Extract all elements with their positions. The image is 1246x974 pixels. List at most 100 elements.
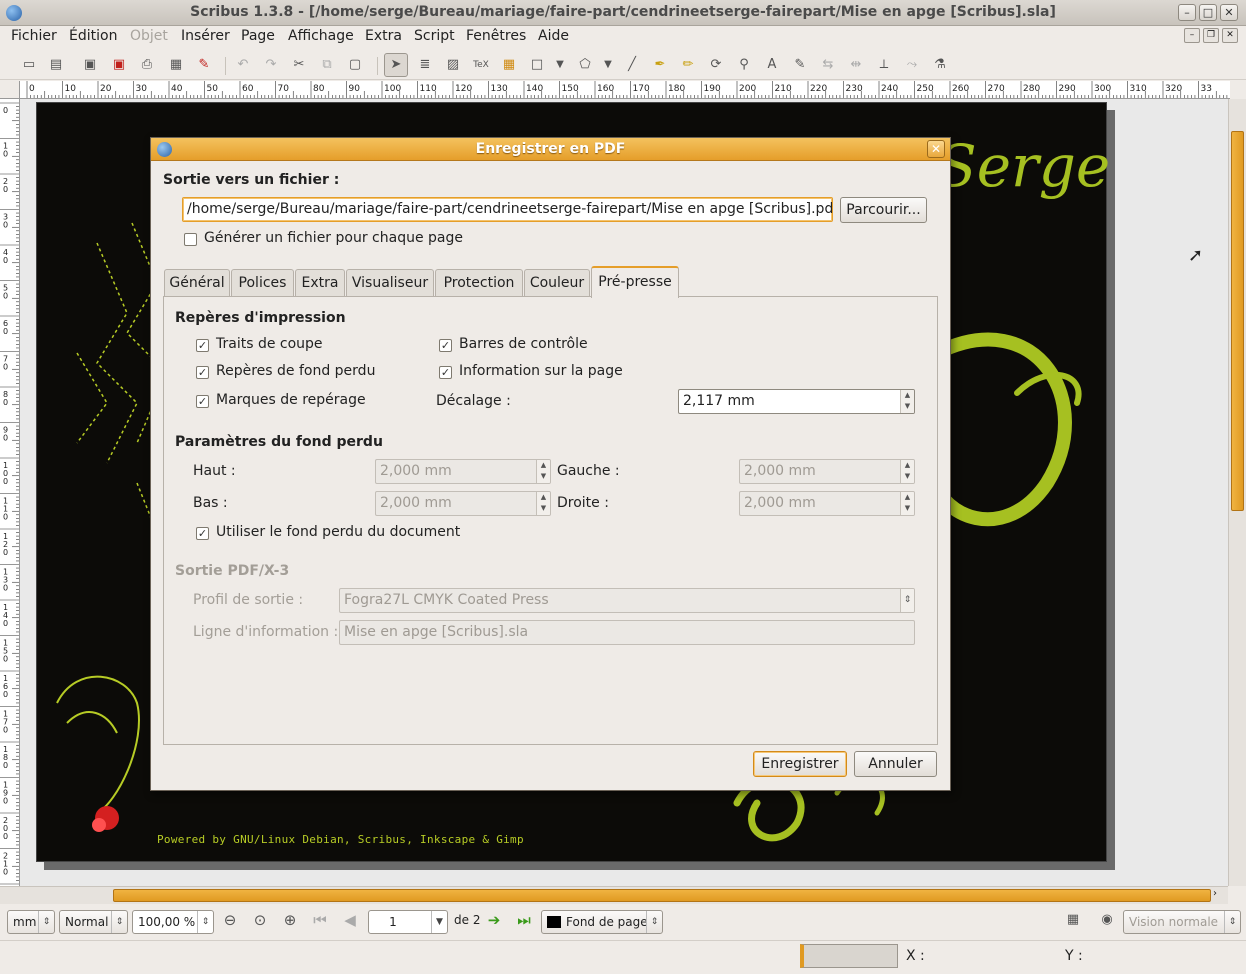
zoom-input[interactable]: 100,00 % ⇕ [132, 910, 214, 934]
minimize-button[interactable]: – [1178, 4, 1196, 21]
print-icon[interactable]: ⎙ [138, 56, 156, 74]
horizontal-scroll-thumb[interactable] [113, 889, 1211, 902]
offset-spin-icon[interactable]: ▲ ▼ [900, 390, 914, 413]
first-page-icon[interactable]: ⏮ [309, 909, 331, 931]
mode-select[interactable]: Normal ⇕ [59, 910, 128, 934]
vertical-ruler[interactable]: 0102030405060708090100110120130140150160… [0, 99, 20, 886]
shape-dropdown-icon[interactable]: ▼ [551, 56, 569, 74]
dialog-close-button[interactable]: ✕ [927, 140, 945, 158]
image-frame-icon[interactable]: ▨ [444, 56, 462, 74]
tab-protection[interactable]: Protection [435, 269, 523, 297]
dialog-titlebar: Enregistrer en PDF ✕ [151, 138, 950, 161]
menu-page[interactable]: Page [241, 28, 275, 44]
horizontal-scrollbar[interactable]: › [0, 886, 1228, 904]
view-mode-select[interactable]: Vision normale ⇕ [1123, 910, 1241, 934]
tab-pre-presse[interactable]: Pré-presse [591, 266, 679, 298]
tab-extra[interactable]: Extra [295, 269, 345, 297]
browse-button[interactable]: Parcourir... [840, 197, 927, 223]
paste-icon[interactable]: ▢ [346, 56, 364, 74]
cut-icon[interactable]: ✂ [290, 56, 308, 74]
page-number-select[interactable]: 1 ▼ [368, 910, 448, 934]
menu-fichier[interactable]: Fichier [11, 28, 57, 44]
use-doc-bleed-checkbox[interactable]: ✓ [196, 527, 209, 540]
cancel-button[interactable]: Annuler [854, 751, 937, 777]
offset-input[interactable]: 2,117 mm ▲ ▼ [678, 389, 915, 414]
menu-affichage[interactable]: Affichage [288, 28, 354, 44]
close-window-button[interactable]: ✕ [1220, 4, 1238, 21]
color-bars-checkbox[interactable]: ✓ [439, 339, 452, 352]
text-frame-icon[interactable]: ≣ [416, 56, 434, 74]
maximize-button[interactable]: □ [1199, 4, 1217, 21]
output-path-input[interactable]: /home/serge/Bureau/mariage/faire-part/ce… [182, 197, 833, 222]
menu-script[interactable]: Script [414, 28, 455, 44]
edit-text-icon[interactable]: A [763, 56, 781, 74]
menu-aide[interactable]: Aide [538, 28, 569, 44]
vertical-scrollbar[interactable] [1228, 99, 1246, 886]
pdf-icon[interactable]: ✎ [195, 56, 213, 74]
table-icon[interactable]: ▦ [500, 56, 518, 74]
story-editor-icon[interactable]: ✎ [791, 56, 809, 74]
bleed-left-input[interactable]: 2,000 mm ▲ ▼ [739, 459, 915, 484]
zoom-icon[interactable]: ⚲ [735, 56, 753, 74]
preview-mode-icon[interactable]: ▦ [1062, 909, 1084, 931]
horizontal-ruler[interactable]: 0 10 20 30 40 50 60 70 80 90 100 110 120 130 140 150 160… [20, 81, 1230, 99]
latex-frame-icon[interactable]: TeX [472, 56, 490, 74]
output-profile-label: Profil de sortie : [193, 592, 304, 608]
next-page-icon[interactable]: ➔ [483, 909, 505, 931]
zoom-reset-icon[interactable]: ⊙ [249, 909, 271, 931]
new-icon[interactable]: ▭ [20, 56, 38, 74]
zoom-out-icon[interactable]: ⊖ [219, 909, 241, 931]
scroll-right-icon[interactable]: › [1213, 888, 1217, 899]
tab-couleur[interactable]: Couleur [524, 269, 590, 297]
shape-icon[interactable]: □ [528, 56, 546, 74]
freehand-icon[interactable]: ✏ [679, 56, 697, 74]
open-icon[interactable]: ▤ [47, 56, 65, 74]
previous-page-icon[interactable]: ◀ [339, 909, 361, 931]
page-info-checkbox[interactable]: ✓ [439, 366, 452, 379]
select-icon[interactable]: ➤ [384, 53, 408, 77]
link-frames-icon[interactable]: ⇆ [819, 56, 837, 74]
undo-icon[interactable]: ↶ [234, 56, 252, 74]
redo-icon[interactable]: ↷ [262, 56, 280, 74]
layer-select[interactable]: Fond de page ⇕ [541, 910, 663, 934]
menu-fenetres[interactable]: Fenêtres [466, 28, 526, 44]
tab-polices[interactable]: Polices [231, 269, 294, 297]
info-line-input[interactable]: Mise en apge [Scribus].sla [339, 620, 915, 645]
menu-edition[interactable]: Édition [69, 28, 117, 44]
bleed-marks-checkbox[interactable]: ✓ [196, 366, 209, 379]
last-page-icon[interactable]: ⏭ [513, 909, 535, 931]
preflight-icon[interactable]: ▦ [167, 56, 185, 74]
tab-general[interactable]: Général [164, 269, 230, 297]
vertical-scroll-thumb[interactable] [1231, 131, 1244, 511]
polygon-dropdown-icon[interactable]: ▼ [599, 56, 617, 74]
bleed-top-input[interactable]: 2,000 mm ▲ ▼ [375, 459, 551, 484]
crop-marks-checkbox[interactable]: ✓ [196, 339, 209, 352]
menu-inserer[interactable]: Insérer [181, 28, 230, 44]
close-doc-icon[interactable]: ▣ [110, 56, 128, 74]
menu-objet[interactable]: Objet [130, 28, 168, 44]
menu-extra[interactable]: Extra [365, 28, 402, 44]
doc-close-icon[interactable]: ✕ [1222, 28, 1238, 43]
polygon-icon[interactable]: ⬠ [576, 56, 594, 74]
doc-restore-icon[interactable]: ❐ [1203, 28, 1219, 43]
measure-icon[interactable]: ⟂ [875, 56, 893, 74]
doc-minimize-icon[interactable]: – [1184, 28, 1200, 43]
view-toggle-icon[interactable]: ◉ [1096, 909, 1118, 931]
save-button[interactable]: Enregistrer [753, 751, 847, 777]
copy-icon[interactable]: ⧉ [318, 56, 336, 74]
bleed-right-input[interactable]: 2,000 mm ▲ ▼ [739, 491, 915, 516]
unit-select[interactable]: mm ⇕ [7, 910, 55, 934]
unlink-frames-icon[interactable]: ⇹ [847, 56, 865, 74]
per-page-checkbox[interactable] [184, 233, 197, 246]
rotate-icon[interactable]: ⟳ [707, 56, 725, 74]
output-profile-select[interactable]: Fogra27L CMYK Coated Press ⇕ [339, 588, 915, 613]
registration-marks-checkbox[interactable]: ✓ [196, 395, 209, 408]
bleed-bottom-input[interactable]: 2,000 mm ▲ ▼ [375, 491, 551, 516]
tab-visualiseur[interactable]: Visualiseur [346, 269, 434, 297]
save-icon[interactable]: ▣ [81, 56, 99, 74]
zoom-in-icon[interactable]: ⊕ [279, 909, 301, 931]
eyedropper-icon[interactable]: ⚗ [931, 56, 949, 74]
bezier-icon[interactable]: ✒ [651, 56, 669, 74]
copy-props-icon[interactable]: ⤳ [903, 56, 921, 74]
line-icon[interactable]: ╱ [623, 56, 641, 74]
